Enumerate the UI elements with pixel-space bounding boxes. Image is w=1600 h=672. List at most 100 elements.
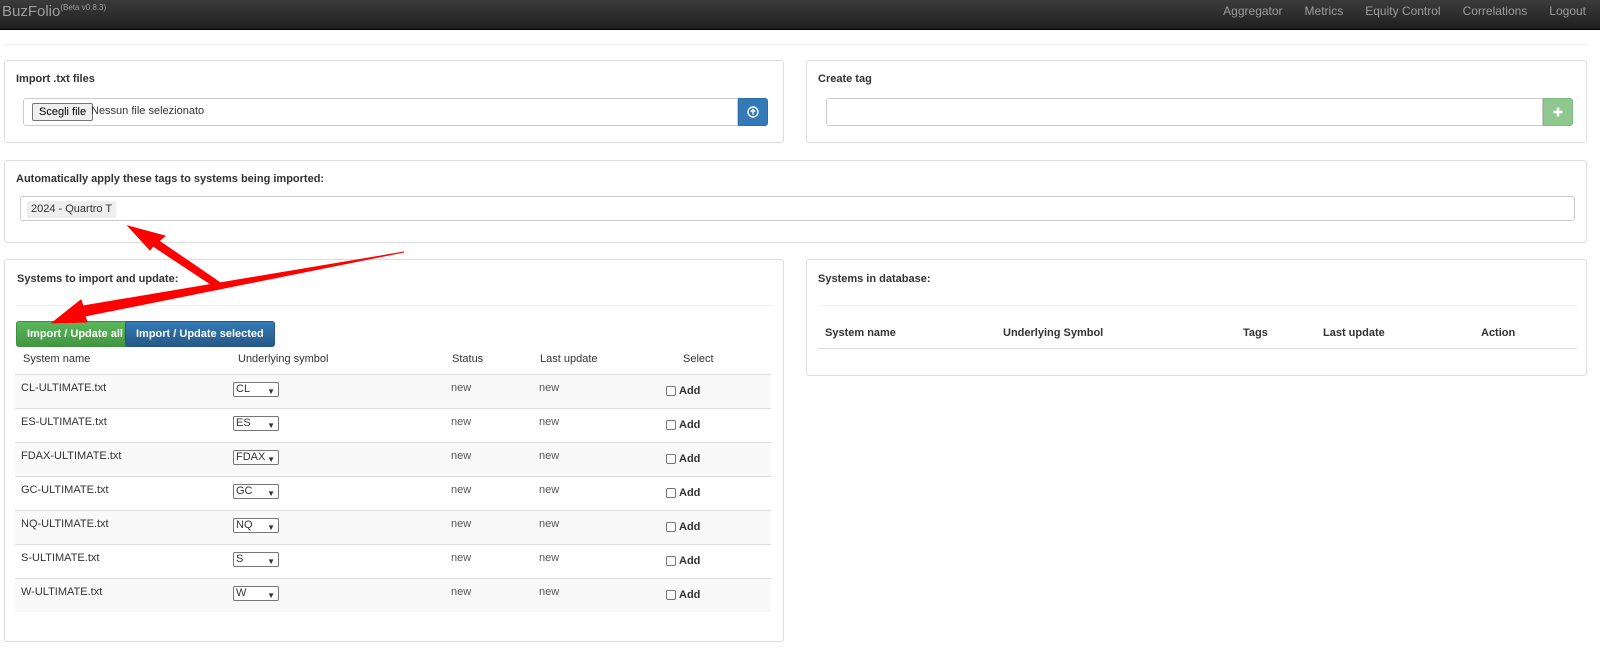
row-system-name: W-ULTIMATE.txt	[21, 586, 103, 598]
nav-equity-control[interactable]: Equity Control	[1365, 0, 1440, 22]
auto-tags-input[interactable]: 2024 - Quartro T	[20, 196, 1575, 221]
systems-import-divider	[16, 305, 772, 306]
choose-file-button[interactable]: Scegli file	[32, 103, 94, 121]
chevron-down-icon: ▼	[267, 387, 275, 396]
chevron-down-icon: ▼	[267, 489, 275, 498]
auto-tags-title: Automatically apply these tags to system…	[16, 173, 325, 185]
import-update-selected-button[interactable]: Import / Update selected	[125, 321, 275, 347]
symbol-select[interactable]: GC ▼	[233, 484, 279, 499]
row-system-name: CL-ULTIMATE.txt	[21, 382, 107, 394]
table-row: CL-ULTIMATE.txt CL ▼ new new Add	[15, 374, 771, 408]
select-add: Add	[666, 419, 700, 431]
symbol-select[interactable]: ES ▼	[233, 416, 279, 431]
row-status: new	[451, 552, 472, 564]
symbol-select-value: GC	[236, 485, 253, 497]
file-status-text: Nessun file selezionato	[91, 105, 205, 117]
create-tag-input-group	[826, 98, 1573, 126]
symbol-select-value: S	[236, 553, 244, 565]
row-system-name: S-ULTIMATE.txt	[21, 552, 100, 564]
db-col-action: Action	[1481, 327, 1516, 339]
col-select: Select	[683, 353, 714, 365]
upload-button[interactable]	[738, 98, 768, 126]
table-row: NQ-ULTIMATE.txt NQ ▼ new new Add	[15, 510, 771, 544]
row-last-update: new	[539, 382, 560, 394]
tag-chip[interactable]: 2024 - Quartro T	[27, 201, 117, 218]
select-add: Add	[666, 555, 700, 567]
row-last-update: new	[539, 416, 560, 428]
add-checkbox[interactable]	[666, 488, 676, 498]
add-checkbox[interactable]	[666, 420, 676, 430]
col-status: Status	[452, 353, 484, 365]
circle-arrow-up-icon	[747, 106, 759, 118]
row-system-name: ES-ULTIMATE.txt	[21, 416, 107, 428]
select-add: Add	[666, 453, 700, 465]
brand-version: (Beta v0.8.3)	[60, 3, 107, 12]
row-last-update: new	[539, 484, 560, 496]
chevron-down-icon: ▼	[267, 523, 275, 532]
add-checkbox[interactable]	[666, 386, 676, 396]
create-tag-title: Create tag	[818, 73, 872, 85]
import-update-all-button[interactable]: Import / Update all	[16, 321, 134, 347]
add-label[interactable]: Add	[679, 385, 700, 397]
row-status: new	[451, 450, 472, 462]
add-label[interactable]: Add	[679, 589, 700, 601]
import-files-title: Import .txt files	[16, 73, 95, 85]
add-tag-button[interactable]	[1543, 98, 1573, 126]
row-status: new	[451, 484, 472, 496]
add-label[interactable]: Add	[679, 453, 700, 465]
symbol-select[interactable]: S ▼	[233, 552, 279, 567]
db-col-underlying-symbol: Underlying Symbol	[1003, 327, 1104, 339]
plus-icon	[1553, 107, 1563, 117]
add-label[interactable]: Add	[679, 487, 700, 499]
chevron-down-icon: ▼	[267, 557, 275, 566]
file-input[interactable]: Scegli file Nessun file selezionato	[23, 98, 738, 126]
row-system-name: FDAX-ULTIMATE.txt	[21, 450, 122, 462]
brand-logo[interactable]: BuzFolio(Beta v0.8.3)	[2, 3, 106, 20]
table-row: GC-ULTIMATE.txt GC ▼ new new Add	[15, 476, 771, 510]
symbol-select[interactable]: W ▼	[233, 586, 279, 601]
row-status: new	[451, 518, 472, 530]
chevron-down-icon: ▼	[267, 421, 275, 430]
symbol-select-value: NQ	[236, 519, 253, 531]
symbol-select[interactable]: FDAX ▼	[233, 450, 279, 465]
file-input-group: Scegli file Nessun file selezionato	[23, 98, 768, 126]
add-checkbox[interactable]	[666, 590, 676, 600]
col-last-update: Last update	[540, 353, 598, 365]
row-system-name: GC-ULTIMATE.txt	[21, 484, 109, 496]
add-label[interactable]: Add	[679, 419, 700, 431]
systems-db-divider	[818, 305, 1577, 306]
select-add: Add	[666, 385, 700, 397]
brand-name[interactable]: BuzFolio	[2, 3, 60, 20]
add-label[interactable]: Add	[679, 555, 700, 567]
db-col-last-update: Last update	[1323, 327, 1385, 339]
db-col-system-name: System name	[825, 327, 896, 339]
top-navbar: BuzFolio(Beta v0.8.3) Aggregator Metrics…	[0, 0, 1600, 30]
select-add: Add	[666, 589, 700, 601]
add-label[interactable]: Add	[679, 521, 700, 533]
nav-aggregator[interactable]: Aggregator	[1223, 0, 1282, 22]
nav-correlations[interactable]: Correlations	[1463, 0, 1528, 22]
table-row: ES-ULTIMATE.txt ES ▼ new new Add	[15, 408, 771, 442]
col-underlying-symbol: Underlying symbol	[238, 353, 329, 365]
add-checkbox[interactable]	[666, 454, 676, 464]
symbol-select-value: W	[236, 587, 247, 599]
symbol-select-value: FDAX	[236, 451, 266, 463]
add-checkbox[interactable]	[666, 522, 676, 532]
row-system-name: NQ-ULTIMATE.txt	[21, 518, 109, 530]
nav-logout[interactable]: Logout	[1549, 0, 1586, 22]
nav-metrics[interactable]: Metrics	[1305, 0, 1344, 22]
db-header-divider	[818, 348, 1577, 349]
select-add: Add	[666, 487, 700, 499]
systems-db-panel: Systems in database: System name Underly…	[806, 259, 1587, 376]
chevron-down-icon: ▼	[267, 455, 275, 464]
row-status: new	[451, 416, 472, 428]
add-checkbox[interactable]	[666, 556, 676, 566]
auto-tags-panel: Automatically apply these tags to system…	[4, 160, 1587, 243]
row-status: new	[451, 586, 472, 598]
row-status: new	[451, 382, 472, 394]
symbol-select[interactable]: NQ ▼	[233, 518, 279, 533]
systems-db-title: Systems in database:	[818, 273, 931, 285]
create-tag-input[interactable]	[826, 98, 1543, 126]
symbol-select[interactable]: CL ▼	[233, 382, 279, 397]
table-row: FDAX-ULTIMATE.txt FDAX ▼ new new Add	[15, 442, 771, 476]
